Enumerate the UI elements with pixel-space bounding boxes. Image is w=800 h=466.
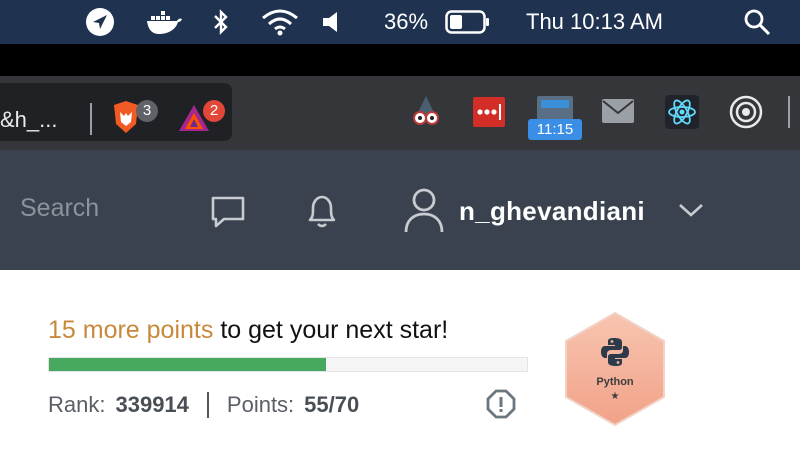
clock-extension-icon[interactable]: 11:15 (528, 94, 582, 140)
points-label: Points: (226, 392, 295, 417)
badge-star-icon: ★ (610, 391, 620, 402)
rank-points-stats: Rank: 339914 Points: 55/70 (48, 392, 359, 418)
wifi-icon[interactable] (258, 7, 302, 37)
rank-label: Rank: (48, 392, 106, 417)
site-header: Search n_ghevandiani (0, 150, 800, 270)
stats-divider (206, 392, 209, 418)
location-arrow-icon[interactable] (84, 7, 116, 37)
spotlight-search-icon[interactable] (742, 7, 772, 37)
volume-icon[interactable] (320, 7, 344, 37)
address-bar[interactable]: &h_... 3 2 (0, 83, 232, 141)
brave-rewards-count: 2 (203, 100, 225, 122)
macos-menu-bar: 36% Thu 10:13 AM (0, 0, 800, 44)
username[interactable]: n_ghevandiani (459, 196, 645, 227)
docker-icon[interactable] (144, 7, 184, 37)
bluetooth-icon[interactable] (208, 7, 234, 37)
brave-shields-count: 3 (136, 100, 158, 122)
chevron-down-icon[interactable] (676, 198, 706, 222)
python-logo-icon (600, 336, 630, 368)
url-fragment[interactable]: &h_... (0, 105, 57, 135)
clock-extension-time: 11:15 (528, 119, 582, 140)
user-avatar-icon[interactable] (402, 186, 446, 234)
points-needed: 15 more points (48, 316, 214, 344)
points-value: 55/70 (304, 392, 360, 417)
messages-icon[interactable] (208, 192, 248, 232)
toolbar-divider (788, 96, 790, 128)
info-octagon-icon[interactable] (486, 389, 516, 419)
rank-value: 339914 (115, 392, 189, 417)
battery-percent: 36% (384, 9, 429, 34)
star-progress-fill (49, 358, 327, 371)
lastpass-icon[interactable] (471, 95, 507, 129)
address-divider (90, 103, 92, 135)
search-input[interactable]: Search (20, 194, 99, 223)
record-icon[interactable] (728, 94, 764, 130)
react-devtools-icon[interactable] (664, 94, 700, 130)
star-progress-bar (48, 357, 528, 372)
next-star-message: 15 more points to get your next star! (48, 316, 448, 345)
browser-toolbar: &h_... 3 2 11:15 (0, 76, 800, 150)
mail-icon[interactable] (600, 96, 636, 126)
badge-name: Python (596, 376, 634, 388)
next-star-text: to get your next star! (213, 316, 449, 344)
battery-icon[interactable] (444, 7, 492, 37)
clock[interactable]: Thu 10:13 AM (526, 7, 663, 37)
notifications-bell-icon[interactable] (302, 190, 342, 232)
python-badge-hexagon[interactable] (560, 311, 670, 427)
window-titlebar-strip (0, 44, 800, 76)
spy-extension-icon[interactable] (408, 94, 444, 130)
